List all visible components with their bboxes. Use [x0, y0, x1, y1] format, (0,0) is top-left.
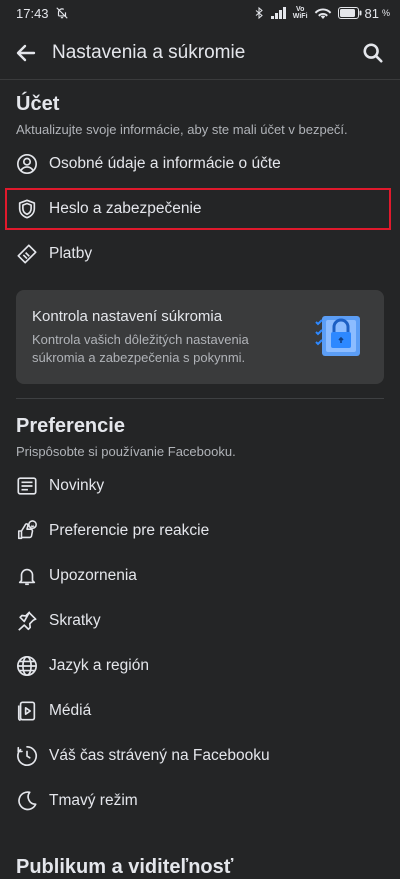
account-item-payments[interactable]: Platby — [0, 231, 400, 276]
privacy-checkup-lock-icon — [314, 310, 364, 365]
wifi-icon — [314, 6, 332, 20]
status-time: 17:43 — [16, 5, 49, 21]
pref-item-label: Jazyk a región — [49, 656, 149, 674]
privacy-card-title: Kontrola nastavení súkromia — [32, 307, 223, 325]
account-item-password-security[interactable]: Heslo a zabezpečenie — [0, 186, 400, 231]
battery-indicator: 81% — [337, 5, 390, 21]
cellular-signal-icon — [270, 7, 287, 19]
globe-icon — [16, 655, 38, 677]
pref-item-label: Tmavý režim — [49, 791, 138, 809]
status-bar: 17:43 Vo WiFi 81% — [0, 0, 400, 26]
battery-icon — [337, 7, 362, 19]
privacy-checkup-card[interactable]: Kontrola nastavení súkromia Kontrola vaš… — [16, 290, 384, 384]
preferences-section-subtitle: Prispôsobte si používanie Facebooku. — [16, 444, 236, 459]
pref-item-dark-mode[interactable]: Tmavý režim — [0, 778, 400, 823]
pref-item-label: Upozornenia — [49, 566, 137, 584]
pref-item-label: Médiá — [49, 701, 92, 719]
pref-item-label: Skratky — [49, 611, 101, 629]
bluetooth-icon — [253, 6, 265, 20]
pref-item-label: Váš čas strávený na Facebooku — [49, 746, 270, 764]
bell-icon — [16, 565, 38, 587]
pref-item-notifications[interactable]: Upozornenia — [0, 553, 400, 598]
page-title: Nastavenia a súkromie — [52, 41, 246, 63]
battery-percent: 81 — [364, 5, 379, 21]
back-button[interactable] — [12, 39, 40, 67]
pref-item-time-on-facebook[interactable]: Váš čas strávený na Facebooku — [0, 733, 400, 778]
pref-item-shortcuts[interactable]: Skratky — [0, 598, 400, 643]
vowifi-indicator: Vo WiFi — [292, 6, 308, 20]
app-bar: Nastavenia a súkromie — [0, 26, 400, 80]
pref-item-media[interactable]: Médiá — [0, 688, 400, 733]
highlight-box — [5, 188, 391, 230]
clock-icon — [16, 745, 38, 767]
media-icon — [16, 700, 38, 722]
pref-item-language-region[interactable]: Jazyk a región — [0, 643, 400, 688]
tag-icon — [16, 243, 38, 265]
account-section-subtitle: Aktualizujte svoje informácie, aby ste m… — [16, 122, 348, 137]
pref-item-news-feed[interactable]: Novinky — [0, 463, 400, 508]
account-item-label: Platby — [49, 244, 93, 262]
pin-icon — [16, 610, 38, 632]
privacy-card-description: Kontrola vašich dôležitých nastavenia sú… — [32, 331, 249, 365]
mute-bell-icon — [55, 6, 69, 20]
moon-icon — [16, 790, 38, 812]
pref-item-label: Novinky — [49, 476, 105, 494]
next-section-title-partial: Publikum a viditeľnosť — [16, 856, 234, 878]
pref-item-reactions[interactable]: Preferencie pre reakcie — [0, 508, 400, 553]
search-button[interactable] — [358, 38, 388, 68]
news-feed-icon — [16, 475, 38, 497]
settings-content: Účet Aktualizujte svoje informácie, aby … — [0, 81, 400, 823]
preferences-section-title: Preferencie — [16, 415, 125, 437]
reactions-icon — [16, 519, 38, 542]
account-item-personal-info[interactable]: Osobné údaje a informácie o účte — [0, 141, 400, 186]
person-circle-icon — [16, 153, 38, 175]
pref-item-label: Preferencie pre reakcie — [49, 521, 210, 539]
search-icon — [363, 42, 383, 63]
account-section-title: Účet — [16, 93, 60, 115]
arrow-left-icon — [16, 44, 36, 61]
account-item-label: Osobné údaje a informácie o účte — [49, 154, 281, 172]
